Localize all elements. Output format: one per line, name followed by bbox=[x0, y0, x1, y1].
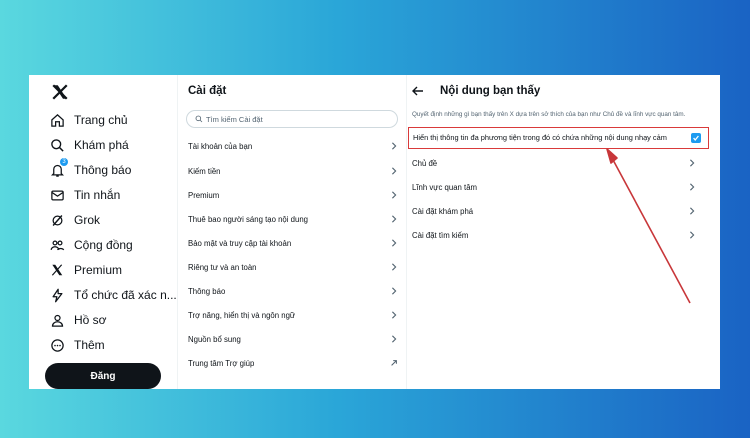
settings-item-resources[interactable]: Nguồn bổ sung bbox=[178, 327, 406, 351]
page-description: Quyết định những gì bạn thấy trên X dựa … bbox=[412, 111, 686, 118]
more-circle-icon bbox=[49, 337, 65, 353]
chevron-right-icon bbox=[392, 335, 397, 343]
chevron-right-icon bbox=[392, 191, 397, 199]
chevron-right-icon bbox=[392, 311, 397, 319]
nav-item-label: Khám phá bbox=[74, 138, 129, 152]
checkmark-icon bbox=[693, 135, 699, 142]
settings-item-label: Premium bbox=[188, 190, 220, 200]
nav-item-label: Thêm bbox=[74, 338, 105, 352]
nav-item-label: Premium bbox=[74, 263, 123, 277]
chevron-right-icon bbox=[392, 239, 397, 247]
settings-item-premium[interactable]: Premium bbox=[178, 183, 406, 207]
chevron-right-icon bbox=[392, 142, 397, 150]
people-icon bbox=[49, 237, 65, 253]
sensitive-media-label: Hiển thị thông tin đa phương tiện trong … bbox=[413, 133, 667, 142]
nav-item-label: Thông báo bbox=[74, 163, 132, 177]
content-item-topics[interactable]: Chủ đề bbox=[406, 151, 702, 175]
content-item-search-settings[interactable]: Cài đặt tìm kiếm bbox=[406, 223, 702, 247]
nav-item-label: Trang chủ bbox=[74, 113, 128, 127]
nav-item-label: Tổ chức đã xác n... bbox=[74, 288, 177, 302]
sidebar-nav: Trang chủ Khám phá 3 Thông báo Tin nhắn bbox=[29, 75, 177, 389]
back-arrow-icon[interactable] bbox=[412, 86, 424, 96]
settings-item-label: Bảo mật và truy cập tài khoản bbox=[188, 238, 292, 248]
page-title: Nội dung bạn thấy bbox=[440, 85, 541, 97]
mail-icon bbox=[49, 187, 65, 203]
lightning-icon bbox=[49, 287, 65, 303]
nav-item-explore[interactable]: Khám phá bbox=[49, 133, 129, 157]
settings-item-label: Riêng tư và an toàn bbox=[188, 262, 257, 272]
chevron-right-icon bbox=[392, 287, 397, 295]
content-item-label: Lĩnh vực quan tâm bbox=[412, 182, 478, 192]
post-button[interactable]: Đăng bbox=[45, 363, 161, 389]
content-item-label: Cài đặt khám phá bbox=[412, 206, 474, 216]
settings-item-creator-subscriptions[interactable]: Thuê bao người sáng tạo nội dung bbox=[178, 207, 406, 231]
settings-item-privacy[interactable]: Riêng tư và an toàn bbox=[178, 255, 406, 279]
x-logo-icon[interactable] bbox=[51, 83, 69, 101]
home-icon bbox=[49, 112, 65, 128]
nav-item-verified-orgs[interactable]: Tổ chức đã xác n... bbox=[49, 283, 177, 307]
nav-item-label: Hồ sơ bbox=[74, 313, 107, 327]
settings-item-label: Trung tâm Trợ giúp bbox=[188, 358, 255, 368]
chevron-right-icon bbox=[690, 183, 695, 191]
settings-item-monetization[interactable]: Kiếm tiền bbox=[178, 159, 406, 183]
nav-item-messages[interactable]: Tin nhắn bbox=[49, 183, 120, 207]
nav-item-communities[interactable]: Cộng đồng bbox=[49, 233, 133, 257]
settings-item-label: Trợ năng, hiển thị và ngôn ngữ bbox=[188, 310, 296, 320]
sensitive-media-checkbox[interactable] bbox=[691, 133, 701, 143]
content-preferences-panel: Nội dung bạn thấy Quyết định những gì bạ… bbox=[406, 75, 720, 389]
grok-icon bbox=[49, 212, 65, 228]
bell-icon: 3 bbox=[49, 158, 68, 178]
settings-item-account[interactable]: Tài khoản của bạn bbox=[178, 134, 406, 158]
chevron-right-icon bbox=[392, 167, 397, 175]
search-icon bbox=[195, 115, 203, 123]
nav-item-profile[interactable]: Hồ sơ bbox=[49, 308, 107, 332]
settings-title: Cài đặt bbox=[188, 85, 227, 97]
settings-item-notifications[interactable]: Thông báo bbox=[178, 279, 406, 303]
chevron-right-icon bbox=[690, 207, 695, 215]
chevron-right-icon bbox=[690, 159, 695, 167]
settings-item-security[interactable]: Bảo mật và truy cập tài khoản bbox=[178, 231, 406, 255]
external-link-icon bbox=[391, 360, 397, 366]
settings-item-label: Thông báo bbox=[188, 286, 226, 296]
content-item-label: Cài đặt tìm kiếm bbox=[412, 230, 469, 240]
settings-item-help-center[interactable]: Trung tâm Trợ giúp bbox=[178, 351, 406, 375]
nav-item-home[interactable]: Trang chủ bbox=[49, 108, 128, 132]
settings-column: Cài đặt Tìm kiếm Cài đặt Tài khoản của b… bbox=[177, 75, 407, 389]
nav-item-notifications[interactable]: 3 Thông báo bbox=[49, 158, 131, 182]
chevron-right-icon bbox=[392, 263, 397, 271]
settings-item-label: Tài khoản của bạn bbox=[188, 141, 253, 151]
person-icon bbox=[49, 312, 65, 328]
nav-item-label: Cộng đồng bbox=[74, 238, 133, 252]
content-item-interests[interactable]: Lĩnh vực quan tâm bbox=[406, 175, 702, 199]
content-item-explore-settings[interactable]: Cài đặt khám phá bbox=[406, 199, 702, 223]
settings-item-label: Nguồn bổ sung bbox=[188, 334, 241, 344]
nav-item-more[interactable]: Thêm bbox=[49, 333, 105, 357]
settings-search-input[interactable]: Tìm kiếm Cài đặt bbox=[186, 110, 398, 128]
notification-badge: 3 bbox=[60, 158, 68, 166]
settings-item-label: Thuê bao người sáng tạo nội dung bbox=[188, 214, 309, 224]
content-item-label: Chủ đề bbox=[412, 158, 438, 168]
nav-item-label: Tin nhắn bbox=[74, 188, 121, 202]
search-placeholder: Tìm kiếm Cài đặt bbox=[206, 114, 263, 124]
settings-item-label: Kiếm tiền bbox=[188, 166, 221, 176]
chevron-right-icon bbox=[392, 215, 397, 223]
chevron-right-icon bbox=[690, 231, 695, 239]
nav-item-premium[interactable]: Premium bbox=[49, 258, 122, 282]
nav-item-grok[interactable]: Grok bbox=[49, 208, 100, 232]
x-logo-icon bbox=[49, 262, 65, 278]
app-window: Trang chủ Khám phá 3 Thông báo Tin nhắn bbox=[29, 75, 720, 389]
nav-item-label: Grok bbox=[74, 213, 101, 227]
search-icon bbox=[49, 137, 65, 153]
settings-item-accessibility[interactable]: Trợ năng, hiển thị và ngôn ngữ bbox=[178, 303, 406, 327]
sensitive-media-setting[interactable]: Hiển thị thông tin đa phương tiện trong … bbox=[408, 127, 709, 149]
